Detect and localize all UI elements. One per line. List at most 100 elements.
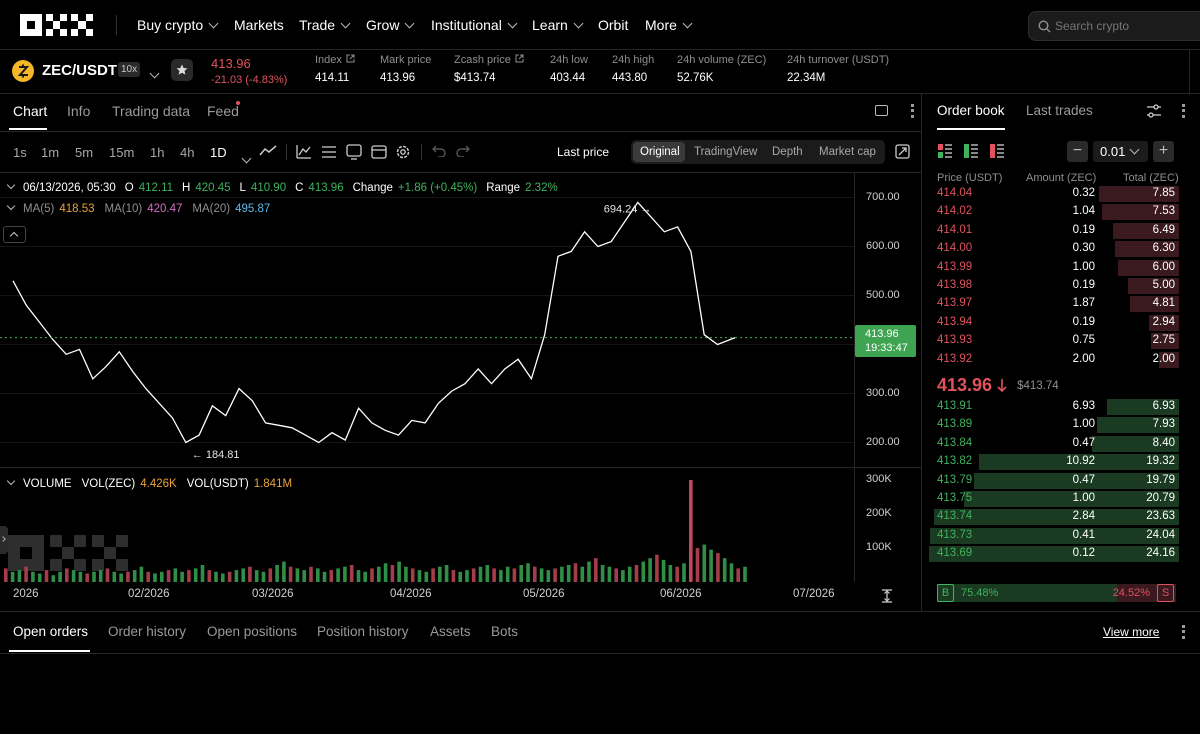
interval-1h[interactable]: 1h [150, 145, 164, 160]
ask-row[interactable]: 414.01 0.19 6.49 [929, 222, 1179, 240]
indicators-icon[interactable] [296, 144, 312, 160]
view-bids-icon[interactable] [964, 144, 978, 158]
bid-row[interactable]: 413.74 2.84 23.63 [929, 508, 1179, 526]
ask-row[interactable]: 413.94 0.19 2.94 [929, 314, 1179, 332]
tab-order-history[interactable]: Order history [108, 624, 186, 639]
tab-last-trades[interactable]: Last trades [1026, 103, 1093, 118]
list-settings-icon[interactable] [321, 144, 337, 160]
volume-bar [560, 566, 564, 582]
bottom-more-icon[interactable] [1182, 625, 1185, 639]
bid-row[interactable]: 413.75 1.00 20.79 [929, 490, 1179, 508]
bid-row[interactable]: 413.82 10.92 19.32 [929, 453, 1179, 471]
order-total: 24.04 [1146, 528, 1175, 541]
tick-increase-button[interactable]: + [1153, 141, 1174, 162]
interval-1m[interactable]: 1m [41, 145, 59, 160]
scale-reset-icon[interactable] [881, 589, 893, 603]
interval-dropdown-chevron-icon[interactable] [241, 153, 252, 164]
view-asks-icon[interactable] [990, 144, 1004, 158]
order-amount: 0.47 [1072, 436, 1095, 449]
stat-value-24h-volume-zec: 52.76K [677, 72, 714, 84]
tick-size-select[interactable]: 0.01 [1093, 141, 1148, 162]
volume-bar [187, 570, 191, 582]
bid-row[interactable]: 413.73 0.41 24.04 [929, 527, 1179, 545]
ask-row[interactable]: 414.02 1.04 7.53 [929, 203, 1179, 221]
volume-bar [526, 563, 530, 582]
tab-open-positions[interactable]: Open positions [207, 624, 297, 639]
view-both-sides-icon[interactable] [938, 144, 952, 158]
nav-item-buy-crypto[interactable]: Buy crypto [137, 17, 219, 33]
tab-position-history[interactable]: Position history [317, 624, 409, 639]
interval-15m[interactable]: 15m [109, 145, 134, 160]
ask-row[interactable]: 413.98 0.19 5.00 [929, 277, 1179, 295]
interval-4h[interactable]: 4h [180, 145, 194, 160]
price-chart[interactable]: 694.24 → ← 184.81 [0, 173, 854, 467]
search-input[interactable] [1055, 17, 1195, 35]
sidebar-toggle-handle[interactable] [0, 526, 8, 554]
interval-1s[interactable]: 1s [13, 145, 27, 160]
stat-label-index[interactable]: Index [315, 54, 355, 66]
layout-icon[interactable] [875, 105, 888, 116]
ask-row[interactable]: 413.92 2.00 2.00 [929, 351, 1179, 369]
bid-row[interactable]: 413.84 0.47 8.40 [929, 435, 1179, 453]
ask-row[interactable]: 414.04 0.32 7.85 [929, 185, 1179, 203]
undo-icon[interactable] [432, 145, 446, 157]
nav-item-more[interactable]: More [645, 17, 693, 33]
tab-chart[interactable]: Chart [13, 103, 47, 119]
tab-assets[interactable]: Assets [430, 624, 471, 639]
tab-trading-data[interactable]: Trading data [112, 103, 190, 119]
stat-label-zcash-price[interactable]: Zcash price [454, 54, 524, 66]
chart-type-line-icon[interactable] [259, 145, 277, 157]
nav-item-trade[interactable]: Trade [299, 17, 351, 33]
more-options-icon[interactable] [911, 104, 914, 118]
order-amount: 0.41 [1072, 528, 1095, 541]
order-amount: 6.93 [1072, 400, 1095, 412]
tab-feed[interactable]: Feed [207, 103, 239, 119]
drawing-tools-icon[interactable] [346, 144, 362, 160]
tab-order-book[interactable]: Order book [937, 103, 1005, 118]
pair-dropdown-chevron-icon[interactable] [149, 68, 160, 79]
search-box[interactable] [1028, 11, 1200, 41]
interval-1d[interactable]: 1D [210, 145, 227, 160]
volume-bar [410, 568, 415, 582]
nav-item-grow[interactable]: Grow [366, 17, 415, 33]
tab-info[interactable]: Info [67, 103, 90, 119]
volume-bar [207, 570, 212, 582]
tick-decrease-button[interactable]: − [1067, 141, 1088, 162]
nav-item-learn[interactable]: Learn [532, 17, 584, 33]
fullscreen-icon[interactable] [895, 144, 910, 159]
view-mode-tradingview[interactable]: TradingView [694, 146, 757, 158]
view-mode-depth[interactable]: Depth [772, 146, 803, 158]
ask-row[interactable]: 413.93 0.75 2.75 [929, 332, 1179, 350]
okx-logo[interactable] [20, 14, 94, 36]
template-icon[interactable] [371, 144, 387, 160]
order-total: 23.63 [1146, 510, 1175, 523]
view-mode-original[interactable]: Original [640, 146, 680, 158]
bid-row[interactable]: 413.69 0.12 24.16 [929, 545, 1179, 563]
volume-bar [92, 571, 96, 582]
price-source-select[interactable]: Last price [557, 145, 609, 159]
settings-gear-icon[interactable] [395, 144, 411, 160]
bid-row[interactable]: 413.89 1.00 7.93 [929, 416, 1179, 434]
orderbook-settings-icon[interactable] [1146, 104, 1162, 118]
tab-bots[interactable]: Bots [491, 624, 518, 639]
orderbook-more-icon[interactable] [1182, 104, 1185, 118]
bid-row[interactable]: 413.91 6.93 6.93 [929, 398, 1179, 416]
bid-row[interactable]: 413.79 0.47 19.79 [929, 472, 1179, 490]
nav-item-institutional[interactable]: Institutional [431, 17, 518, 33]
view-mode-market-cap[interactable]: Market cap [819, 146, 876, 158]
nav-item-markets[interactable]: Markets [234, 17, 284, 33]
pair-name[interactable]: ZEC/USDT [42, 62, 117, 79]
order-total: 19.79 [1146, 473, 1175, 486]
order-amount: 0.12 [1072, 547, 1095, 560]
order-total: 4.81 [1152, 297, 1175, 310]
redo-icon[interactable] [456, 145, 470, 157]
ask-row[interactable]: 413.97 1.87 4.81 [929, 295, 1179, 313]
ask-row[interactable]: 413.99 1.00 6.00 [929, 259, 1179, 277]
tab-open-orders[interactable]: Open orders [13, 624, 88, 639]
view-more-link[interactable]: View more [1103, 625, 1159, 639]
ask-row[interactable]: 414.00 0.30 6.30 [929, 240, 1179, 258]
interval-5m[interactable]: 5m [75, 145, 93, 160]
favorite-button[interactable] [171, 59, 193, 81]
sell-badge: S [1157, 584, 1174, 602]
nav-item-orbit[interactable]: Orbit [598, 17, 628, 33]
